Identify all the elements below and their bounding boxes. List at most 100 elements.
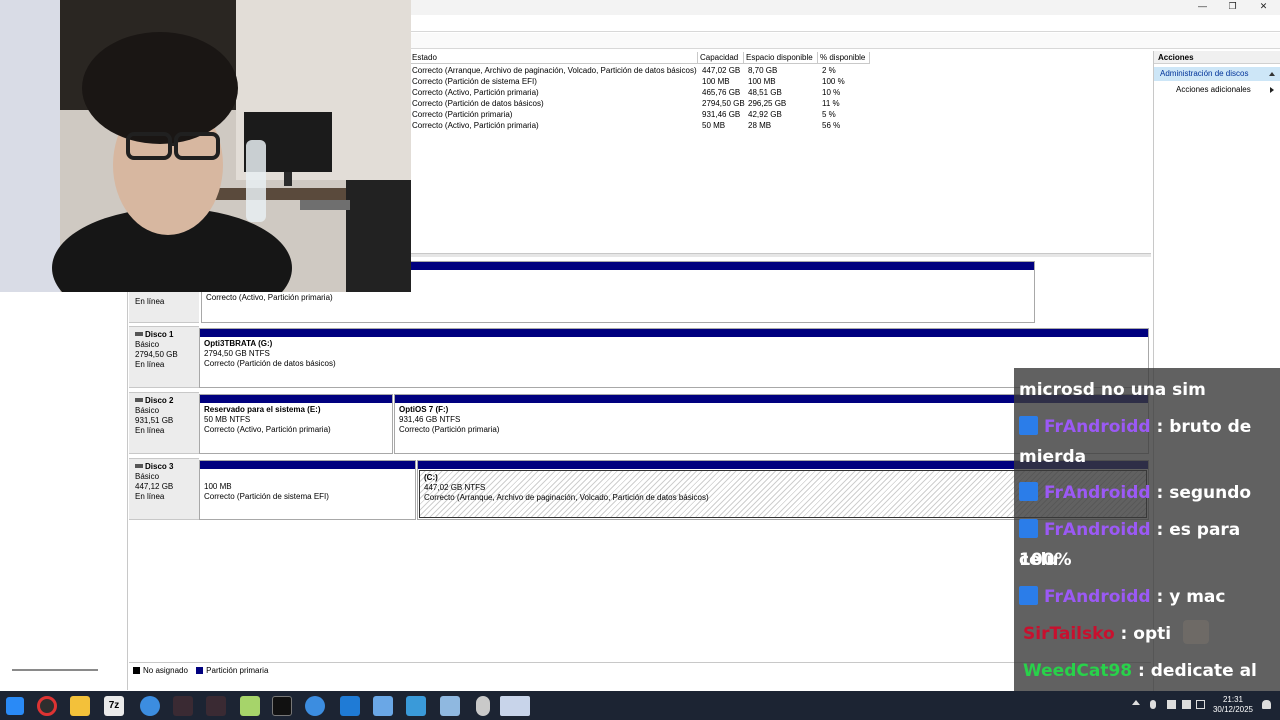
cell-estado: Correcto (Partición de sistema EFI) (412, 77, 537, 86)
chat-text: bruto de (1169, 417, 1252, 437)
cell-espacio: 42,92 GB (748, 110, 782, 119)
maximize-button[interactable]: ❐ (1217, 0, 1248, 15)
cell-porcentaje: 11 % (822, 99, 840, 108)
mouse-icon[interactable] (476, 696, 490, 716)
partition-status: Correcto (Activo, Partición primaria) (206, 293, 333, 302)
actions-section-label: Administración de discos (1160, 69, 1249, 78)
disk-2-size: 931,51 GB (135, 416, 174, 425)
disk-0-status: En línea (135, 297, 165, 306)
app-icon[interactable] (206, 696, 226, 716)
browser-icon[interactable] (305, 696, 325, 716)
disk-graphical-view: En línea 465,76 GB NTFS Correcto (Activo… (129, 257, 1151, 662)
app-icon[interactable] (440, 696, 460, 716)
chat-text: microsd no una sim (1019, 380, 1206, 400)
webcam-overlay (0, 0, 411, 292)
disk-2-label[interactable]: Disco 2 Básico 931,51 GB En línea (129, 392, 199, 454)
chat-text: opti (1133, 624, 1172, 644)
sevenzip-icon[interactable]: 7z (104, 696, 124, 716)
app-icon[interactable] (340, 696, 360, 716)
volume-icon[interactable] (1182, 700, 1191, 709)
photos-icon[interactable] (406, 696, 426, 716)
chat-message: FrAndroidd : bruto de (1019, 412, 1277, 442)
column-header-porcentaje[interactable]: % disponible (818, 52, 870, 64)
disk-1-label[interactable]: Disco 1 Básico 2794,50 GB En línea (129, 326, 199, 388)
cell-espacio: 8,70 GB (748, 66, 778, 75)
chat-text: 100% (1019, 550, 1072, 570)
windows-start-icon[interactable] (6, 697, 24, 715)
disk-2-partition-e[interactable]: Reservado para el sistema (E:) 50 MB NTF… (199, 394, 393, 454)
chevron-up-icon[interactable] (1132, 700, 1140, 705)
column-header-espacio[interactable]: Espacio disponible (744, 52, 818, 64)
more-actions-item[interactable]: Acciones adicionales (1154, 83, 1280, 97)
partition-bar (200, 329, 1148, 337)
cell-espacio: 100 MB (748, 77, 776, 86)
disk-3-label[interactable]: Disco 3 Básico 447,12 GB En línea (129, 458, 199, 520)
chat-separator: : (1150, 520, 1170, 540)
partition-status: Correcto (Partición de datos básicos) (204, 359, 336, 368)
browser-icon[interactable] (140, 696, 160, 716)
partition-size: 50 MB NTFS (204, 415, 251, 424)
wrench-badge-icon (1019, 586, 1038, 605)
chat-separator: : (1114, 624, 1134, 644)
column-header-estado[interactable]: Estado (410, 52, 698, 64)
partition-status: Correcto (Activo, Partición primaria) (204, 425, 331, 434)
close-button[interactable]: ✕ (1248, 0, 1279, 15)
more-actions-label: Acciones adicionales (1176, 85, 1251, 94)
chat-message: microsd no una sim (1019, 375, 1277, 405)
actions-section-disk-management[interactable]: Administración de discos (1154, 67, 1280, 81)
partition-size: 2794,50 GB NTFS (204, 349, 270, 358)
disk-1-type: Básico (135, 340, 160, 349)
actions-title: Acciones (1154, 51, 1280, 64)
emote-icon (1183, 620, 1210, 644)
cell-estado: Correcto (Partición primaria) (412, 110, 513, 119)
clock-date: 30/12/2025 (1212, 705, 1254, 714)
disk-icon (135, 332, 143, 336)
collapse-icon (1269, 72, 1275, 76)
disk-management-icon[interactable] (500, 696, 530, 716)
cell-estado: Correcto (Activo, Partición primaria) (412, 88, 539, 97)
chat-username: FrAndroidd (1044, 417, 1151, 437)
clock[interactable]: 21:31 30/12/2025 (1206, 695, 1260, 715)
disk-3-partition-efi[interactable]: 100 MB Correcto (Partición de sistema EF… (199, 460, 416, 520)
submenu-arrow-icon (1270, 87, 1274, 93)
chat-message: WeedCat98 : dedicate al (1019, 656, 1277, 686)
chat-text: dedicate al (1150, 661, 1257, 681)
notification-bell-icon[interactable] (1262, 700, 1271, 709)
clock-time: 21:31 (1222, 695, 1244, 704)
cell-porcentaje: 5 % (822, 110, 836, 119)
webcam-image (0, 0, 411, 292)
horizontal-scrollbar[interactable] (12, 669, 98, 671)
legend-unallocated: No asignado (143, 666, 188, 675)
chat-message: mierda (1019, 442, 1277, 472)
file-explorer-icon[interactable] (70, 696, 90, 716)
partition-status: Correcto (Partición de sistema EFI) (204, 492, 329, 501)
cell-capacidad: 931,46 GB (702, 110, 741, 119)
disk-3-type: Básico (135, 472, 160, 481)
disk-3-status: En línea (135, 492, 165, 501)
legend-primary: Partición primaria (206, 666, 269, 675)
cell-estado: Correcto (Partición de datos básicos) (412, 99, 544, 108)
cell-estado: Correcto (Activo, Partición primaria) (412, 121, 539, 130)
cell-capacidad: 447,02 GB (702, 66, 741, 75)
obs-icon[interactable] (37, 696, 57, 716)
disk-icon (135, 464, 143, 468)
chat-message: 100% (1019, 545, 1277, 575)
chat-separator: : (1132, 661, 1151, 681)
column-header-capacidad[interactable]: Capacidad (698, 52, 744, 64)
partition-bar (200, 461, 415, 469)
network-icon[interactable] (1167, 700, 1176, 709)
terminal-icon[interactable] (272, 696, 292, 716)
app-icon[interactable] (373, 696, 393, 716)
notepad-icon[interactable] (240, 696, 260, 716)
app-icon[interactable] (173, 696, 193, 716)
minimize-button[interactable]: — (1187, 0, 1218, 15)
display-icon[interactable] (1196, 700, 1205, 709)
disk-1-partition-g[interactable]: Opti3TBRATA (G:) 2794,50 GB NTFS Correct… (199, 328, 1149, 388)
wrench-badge-icon (1019, 519, 1038, 538)
microphone-icon[interactable] (1150, 700, 1156, 709)
wrench-badge-icon (1019, 416, 1038, 435)
chat-message: FrAndroidd : y mac (1019, 582, 1277, 612)
cell-capacidad: 2794,50 GB (702, 99, 745, 108)
cell-porcentaje: 10 % (822, 88, 841, 97)
disk-0-label[interactable]: En línea (129, 287, 199, 323)
